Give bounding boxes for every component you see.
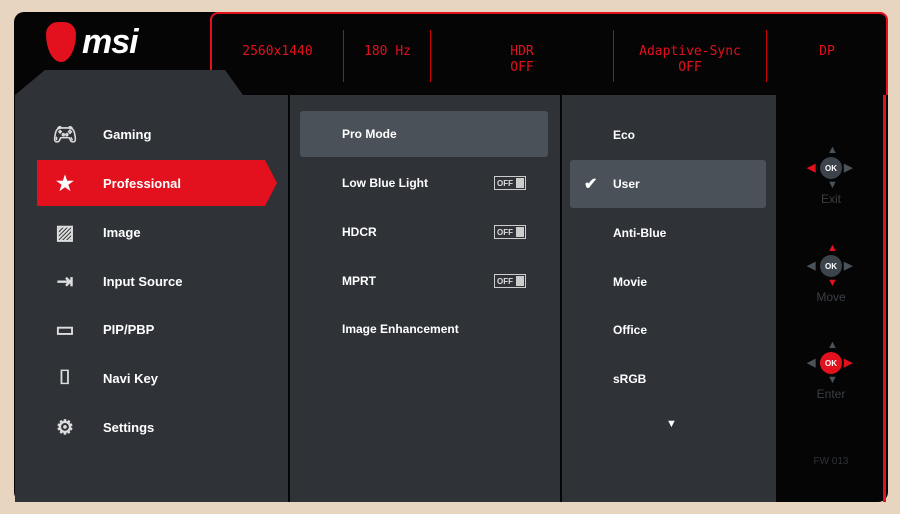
key-exit: ▲ ▼ ◀ ▶ OK Exit (807, 144, 854, 206)
menu-item-settings[interactable]: ⚙ Settings (37, 404, 277, 450)
menu-item-image[interactable]: ▨ Image (37, 209, 277, 255)
menu-label: Settings (103, 419, 155, 435)
option-office[interactable]: Office (570, 306, 766, 354)
key-label: Enter (816, 387, 846, 401)
joystick-press-icon: ▲ ▼ ◀ ▶ OK (807, 339, 853, 386)
key-label: Exit (820, 192, 841, 206)
joystick-left-icon: ▲ ▼ ◀ ▶ OK (807, 144, 853, 191)
toggle-switch[interactable]: OFF (494, 225, 526, 239)
option-label: Movie (613, 275, 648, 289)
joystick-up-down-icon: ▲ ▼ ◀ ▶ OK (807, 242, 853, 289)
divider (766, 30, 767, 82)
key-move: ▲ ▼ ◀ ▶ OK Move (807, 242, 854, 304)
submenu-pro-mode[interactable]: Pro Mode (300, 111, 548, 157)
option-label: Anti-Blue (613, 226, 667, 240)
ok-button: OK (820, 255, 842, 277)
option-srgb[interactable]: sRGB (570, 355, 766, 403)
menu-label: Professional (103, 175, 182, 191)
submenu-label: Low Blue Light (342, 176, 428, 190)
gamepad-icon: 🎮︎ (52, 123, 78, 146)
scroll-down-arrow-icon[interactable]: ▼ (666, 418, 677, 430)
submenu-mprt[interactable]: MPRT OFF (300, 258, 548, 304)
star-icon: ★ (56, 172, 74, 195)
toggle-switch[interactable]: OFF (494, 176, 526, 190)
key-label: Move (816, 290, 846, 304)
gear-icon: ⚙ (56, 416, 74, 439)
pip-icon: ▭ (55, 318, 75, 341)
option-label: Office (613, 323, 648, 337)
option-eco[interactable]: Eco (570, 111, 766, 159)
menu-item-input-source[interactable]: ⇥ Input Source (37, 258, 277, 304)
adaptive-sync-status: Adaptive-Sync OFF (615, 44, 765, 76)
msi-logo: msi (46, 22, 139, 62)
toggle-switch[interactable]: OFF (494, 274, 526, 288)
input-port: DP (819, 44, 835, 59)
option-anti-blue[interactable]: Anti-Blue (570, 209, 766, 257)
firmware-version: FW 013 (813, 456, 849, 467)
input-icon: ⇥ (56, 270, 74, 293)
ok-button: OK (820, 157, 842, 179)
submenu-label: MPRT (342, 274, 376, 288)
menu-label: Gaming (103, 126, 152, 142)
key-enter: ▲ ▼ ◀ ▶ OK Enter (807, 339, 854, 401)
menu-item-pip-pbp[interactable]: ▭ PIP/PBP (37, 306, 277, 352)
option-label: Eco (613, 128, 636, 142)
submenu-low-blue-light[interactable]: Low Blue Light OFF (300, 160, 548, 206)
navi-key-icon: ⌷ (59, 366, 71, 389)
resolution: 2560x1440 (242, 44, 313, 59)
submenu-label: Image Enhancement (342, 322, 459, 336)
submenu-label: HDCR (342, 225, 377, 239)
menu-item-professional[interactable]: ★ Professional (37, 160, 277, 206)
hdr-value: OFF (510, 60, 534, 75)
menu-label: Image (103, 224, 141, 240)
adaptive-sync-value: OFF (678, 60, 702, 75)
submenu-image-enhancement[interactable]: Image Enhancement (300, 306, 548, 352)
submenu-label: Pro Mode (342, 127, 397, 141)
submenu-hdcr[interactable]: HDCR OFF (300, 209, 548, 255)
hdr-label: HDR (510, 44, 534, 59)
image-icon: ▨ (55, 221, 75, 244)
dragon-shield-icon (46, 22, 76, 62)
divider (343, 30, 344, 82)
hdr-status: HDR OFF (432, 44, 612, 76)
menu-label: Navi Key (103, 370, 158, 386)
option-label: User (613, 177, 640, 191)
divider (430, 30, 431, 82)
checkmark-icon: ✔ (584, 176, 598, 193)
menu-label: Input Source (103, 273, 183, 289)
adaptive-sync-label: Adaptive-Sync (639, 44, 741, 59)
option-user[interactable]: ✔ User (570, 160, 766, 208)
menu-item-navi-key[interactable]: ⌷ Navi Key (37, 355, 277, 401)
option-movie[interactable]: Movie (570, 258, 766, 306)
menu-item-gaming[interactable]: 🎮︎ Gaming (37, 111, 277, 157)
option-label: sRGB (613, 372, 647, 386)
divider (613, 30, 614, 82)
refresh-rate: 180 Hz (364, 44, 411, 59)
menu-label: PIP/PBP (103, 321, 155, 337)
brand-text: msi (82, 22, 139, 61)
ok-button: OK (820, 352, 842, 374)
